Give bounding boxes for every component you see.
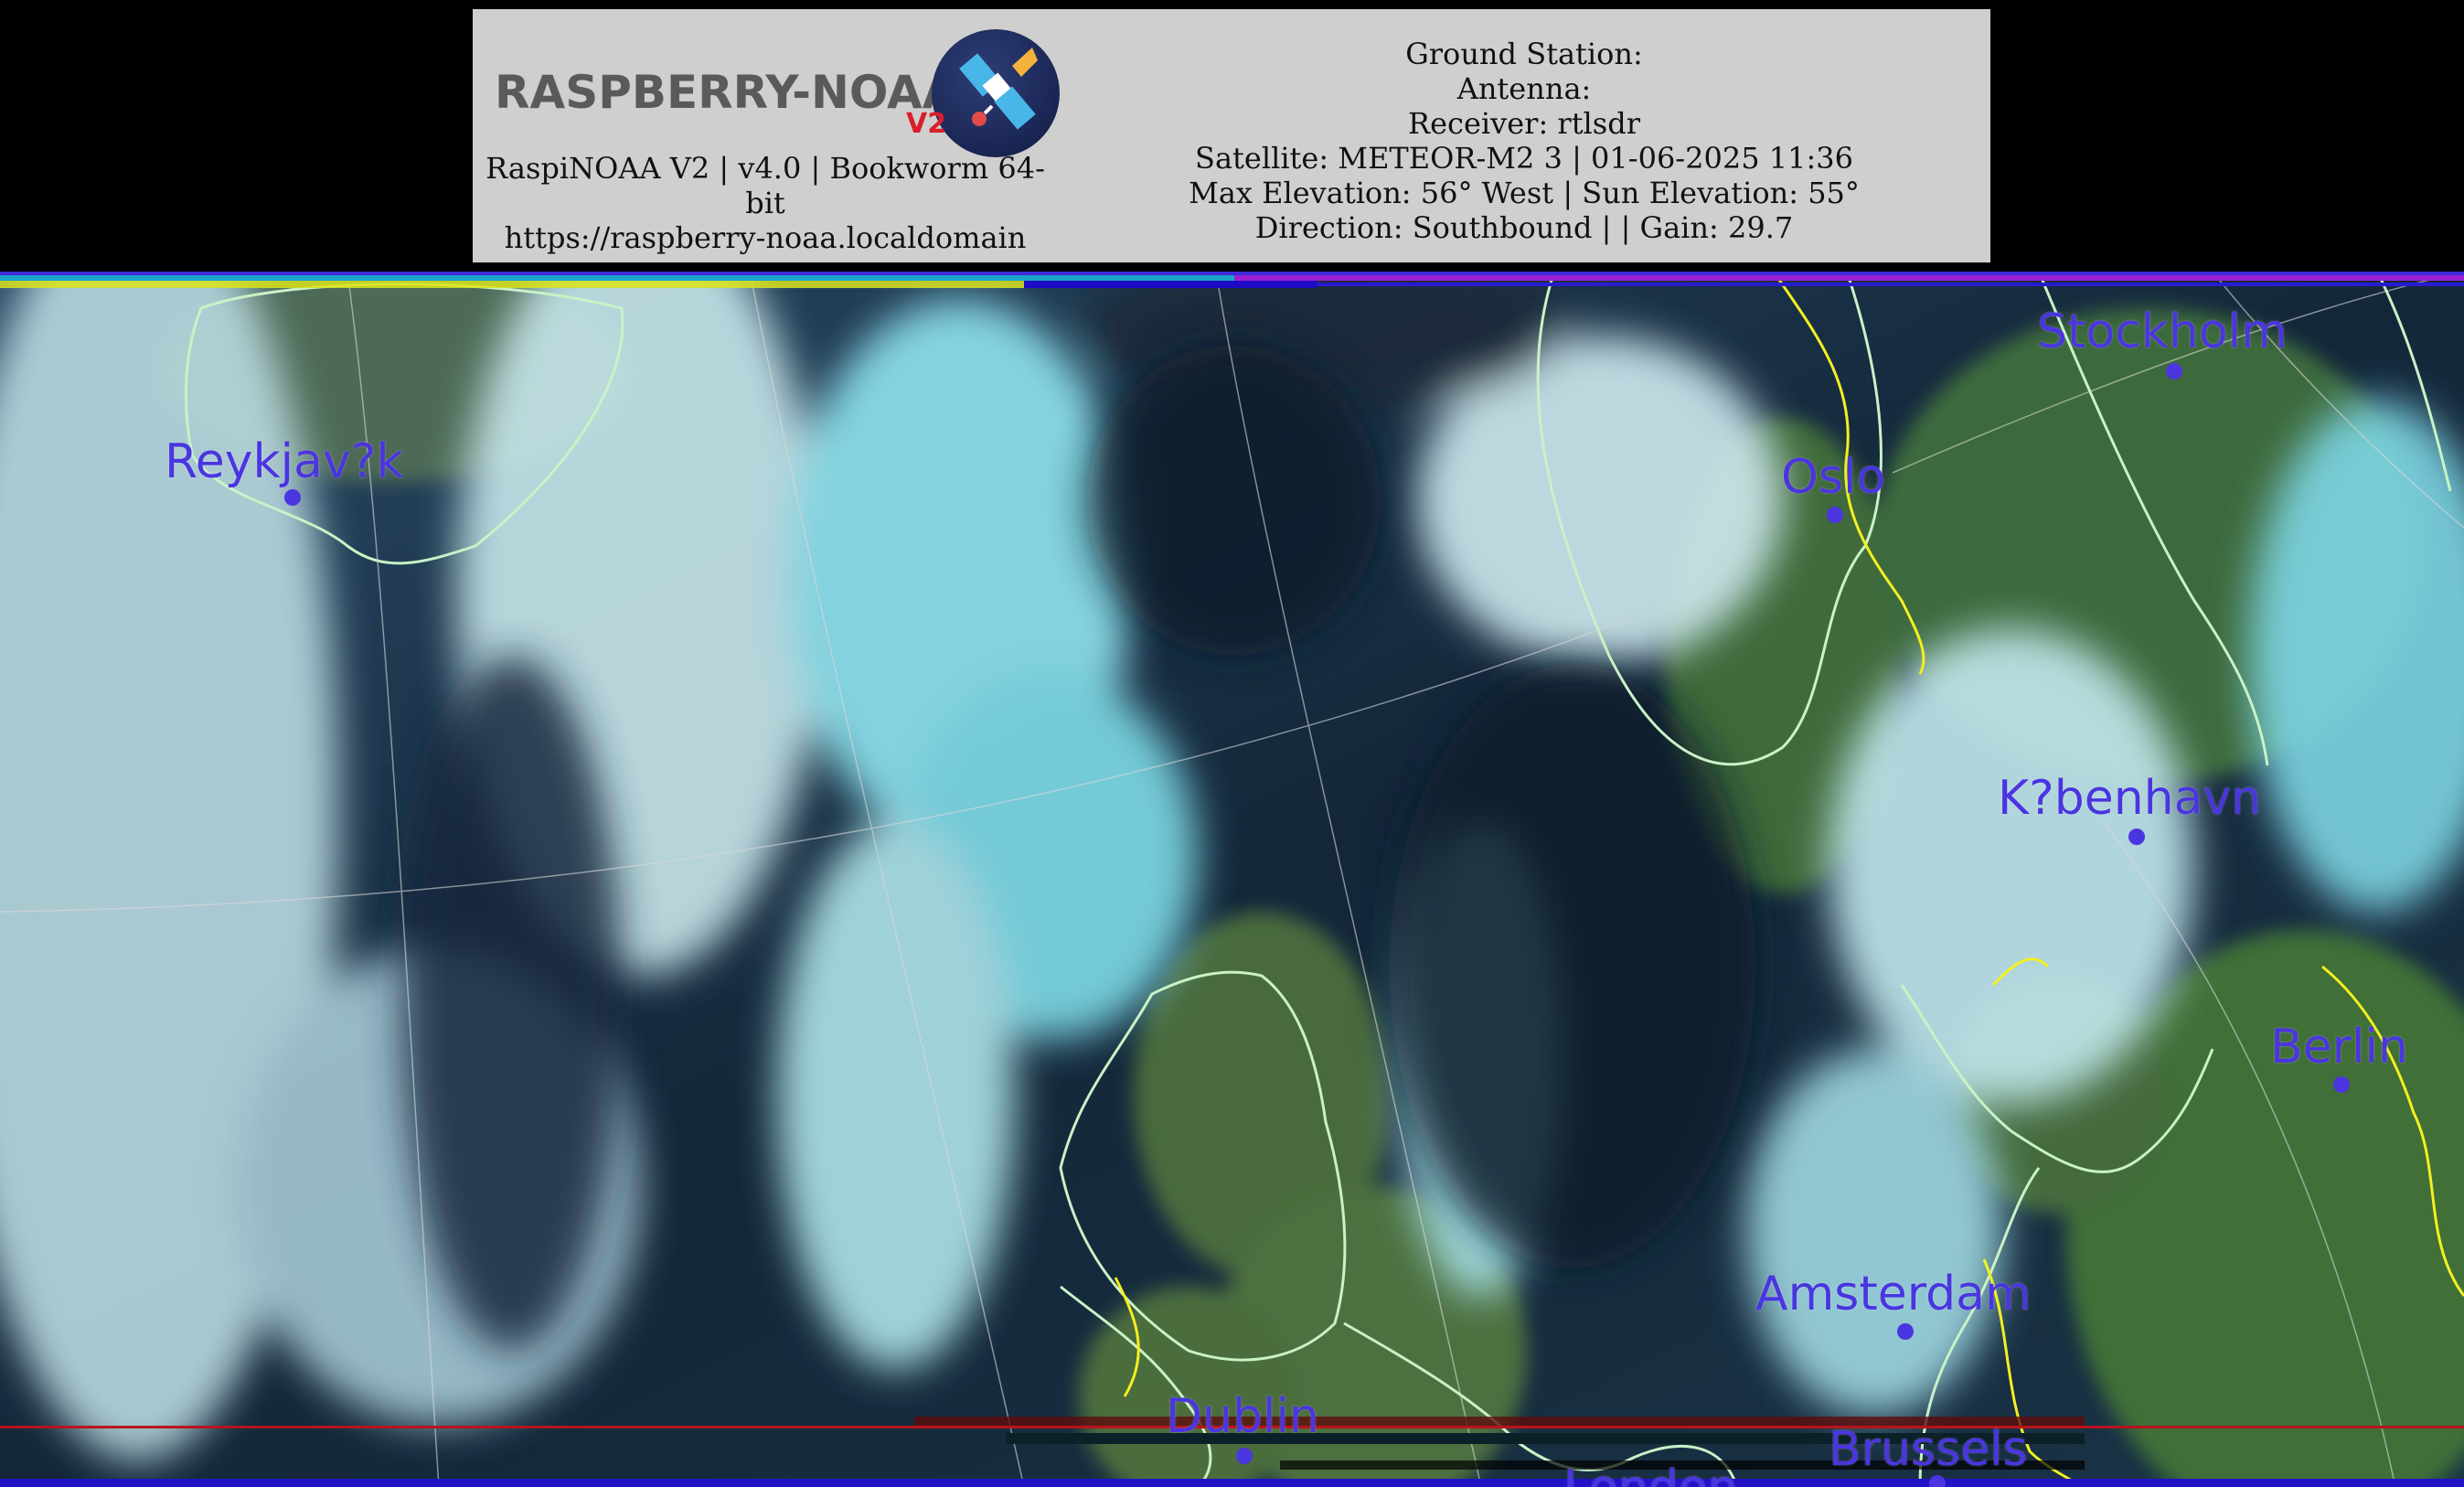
city-label-amsterdam: Amsterdam bbox=[1755, 1267, 2032, 1321]
city-marker-dublin bbox=[1236, 1448, 1253, 1464]
city-marker-stockholm bbox=[2166, 363, 2182, 380]
raspberry-noaa-logo: RASPBERRY-NOAA V2 bbox=[484, 20, 1060, 157]
city-label-london: London bbox=[1563, 1460, 1738, 1487]
city-marker-kobenhavn bbox=[2128, 829, 2145, 845]
satellite-image: Reykjav?k Oslo Stockholm K?benhavn Berli… bbox=[0, 272, 2464, 1487]
pass-info-right: Ground Station: Antenna: Receiver: rtlsd… bbox=[1058, 37, 1990, 245]
logo-wordmark: RASPBERRY-NOAA bbox=[495, 66, 958, 119]
city-label-stockholm: Stockholm bbox=[2037, 305, 2288, 359]
city-label-oslo: Oslo bbox=[1781, 450, 1886, 505]
software-version-line-wrap: bit bbox=[745, 186, 785, 220]
city-marker-oslo bbox=[1827, 507, 1843, 523]
station-info-left: RaspiNOAA V2 | v4.0 | Bookworm 64- bit h… bbox=[473, 151, 1058, 255]
city-marker-brussels bbox=[1929, 1475, 1946, 1487]
satellite-line: Satellite: METEOR-M2 3 | 01-06-2025 11:3… bbox=[1195, 141, 1853, 176]
station-url: https://raspberry-noaa.localdomain bbox=[504, 220, 1027, 255]
elevation-line: Max Elevation: 56° West | Sun Elevation:… bbox=[1189, 176, 1860, 210]
ground-station-line: Ground Station: bbox=[1405, 37, 1643, 71]
city-marker-reykjavik bbox=[284, 489, 301, 506]
city-marker-berlin bbox=[2333, 1076, 2350, 1093]
receiver-line: Receiver: rtlsdr bbox=[1408, 106, 1640, 141]
city-label-berlin: Berlin bbox=[2270, 1020, 2408, 1075]
software-version-line: RaspiNOAA V2 | v4.0 | Bookworm 64- bbox=[485, 151, 1045, 186]
city-label-kobenhavn: K?benhavn bbox=[1998, 771, 2262, 826]
city-label-reykjavik: Reykjav?k bbox=[165, 434, 404, 489]
direction-gain-line: Direction: Southbound | | Gain: 29.7 bbox=[1254, 210, 1794, 245]
satellite-icon bbox=[932, 29, 1060, 157]
city-marker-amsterdam bbox=[1897, 1323, 1914, 1340]
city-label-dublin: Dublin bbox=[1166, 1389, 1319, 1444]
info-header: RASPBERRY-NOAA V2 RaspiNOAA V2 | v4.0 | … bbox=[473, 9, 1990, 262]
logo-version-badge: V2 bbox=[906, 108, 947, 140]
city-label-brussels: Brussels bbox=[1829, 1422, 2028, 1477]
antenna-line: Antenna: bbox=[1456, 71, 1592, 106]
